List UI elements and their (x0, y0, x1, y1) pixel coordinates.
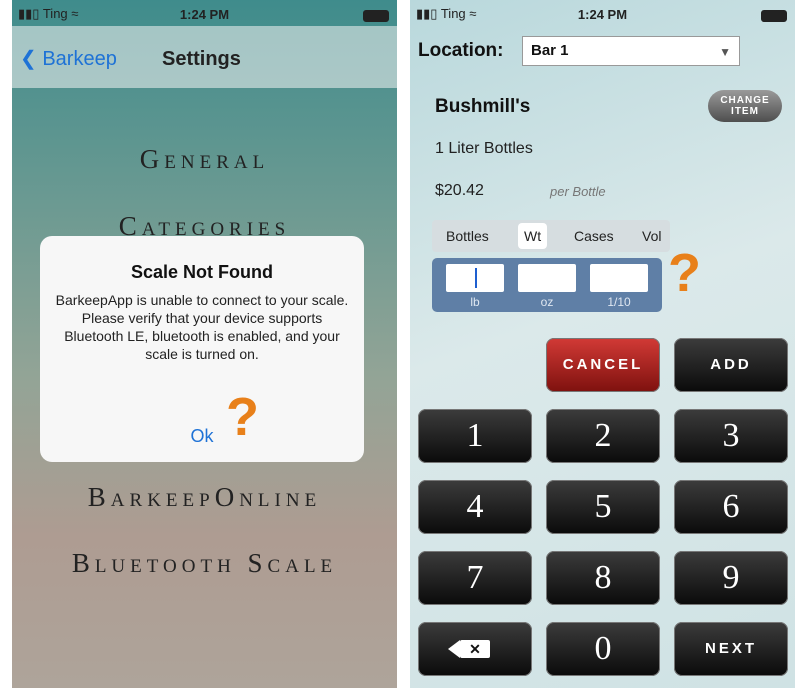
backspace-icon: ✕ (448, 640, 490, 658)
status-bar: ▮▮▯ Ting ≈ 1:24 PM (12, 0, 397, 26)
tab-cases[interactable]: Cases (574, 228, 614, 244)
item-name: Bushmill's (435, 96, 531, 117)
back-button[interactable]: ❮ Barkeep (20, 46, 117, 71)
unit-mode-tabs: Bottles Wt Cases Vol (432, 220, 670, 252)
weight-entry: lb oz 1/10 (432, 258, 662, 312)
location-value: Bar 1 (531, 42, 569, 59)
key-8[interactable]: 8 (546, 551, 660, 605)
tab-bottles[interactable]: Bottles (446, 228, 489, 244)
next-button[interactable]: NEXT (674, 622, 788, 676)
key-2[interactable]: 2 (546, 409, 660, 463)
item-price: $20.42 (435, 182, 484, 199)
price-unit: per Bottle (550, 184, 606, 199)
key-9[interactable]: 9 (674, 551, 788, 605)
dropdown-arrow-icon: ▼ (719, 45, 731, 59)
location-select[interactable]: Bar 1 ▼ (522, 36, 740, 66)
location-label: Location: (418, 40, 504, 61)
oz-field[interactable] (518, 264, 576, 292)
chevron-left-icon: ❮ (20, 48, 37, 70)
status-time: 1:24 PM (179, 7, 230, 22)
alert-dialog: Scale Not Found BarkeepApp is unable to … (40, 236, 364, 462)
menu-item-barkeeponline[interactable]: BarkeepOnline (12, 482, 397, 513)
tenths-label: 1/10 (607, 295, 631, 309)
key-7[interactable]: 7 (418, 551, 532, 605)
tab-vol[interactable]: Vol (642, 228, 661, 244)
key-3[interactable]: 3 (674, 409, 788, 463)
key-5[interactable]: 5 (546, 480, 660, 534)
count-screen: ▮▮▯ Ting ≈ 1:24 PM Location: Bar 1 ▼ Bus… (410, 0, 795, 688)
alert-message: BarkeepApp is unable to connect to your … (55, 292, 349, 362)
change-item-button[interactable]: CHANGE ITEM (708, 90, 782, 122)
battery-icon (363, 10, 389, 22)
backspace-button[interactable]: ✕ (418, 622, 532, 676)
menu-item-general[interactable]: General (12, 144, 397, 175)
ok-button[interactable]: Ok (40, 426, 364, 447)
page-title: Settings (162, 48, 241, 70)
add-button[interactable]: ADD (674, 338, 788, 392)
key-6[interactable]: 6 (674, 480, 788, 534)
key-0[interactable]: 0 (546, 622, 660, 676)
oz-label: oz (540, 295, 554, 309)
tenths-field[interactable] (590, 264, 648, 292)
question-mark-annotation: ? (226, 387, 259, 447)
menu-item-bluetooth-scale[interactable]: Bluetooth Scale (12, 548, 397, 579)
status-bar: ▮▮▯ Ting ≈ 1:24 PM (410, 0, 795, 26)
item-size: 1 Liter Bottles (435, 140, 533, 157)
key-1[interactable]: 1 (418, 409, 532, 463)
question-mark-annotation: ? (668, 243, 701, 303)
lb-field[interactable] (446, 264, 504, 292)
back-label: Barkeep (42, 48, 117, 70)
alert-title: Scale Not Found (130, 262, 273, 282)
key-4[interactable]: 4 (418, 480, 532, 534)
tab-wt[interactable]: Wt (518, 223, 548, 249)
text-cursor (475, 268, 477, 288)
battery-icon (761, 10, 787, 22)
cancel-button[interactable]: CANCEL (546, 338, 660, 392)
lb-label: lb (470, 295, 480, 309)
settings-screen: ▮▮▯ Ting ≈ 1:24 PM ❮ Barkeep Settings Ge… (12, 0, 397, 688)
status-time: 1:24 PM (577, 7, 628, 22)
